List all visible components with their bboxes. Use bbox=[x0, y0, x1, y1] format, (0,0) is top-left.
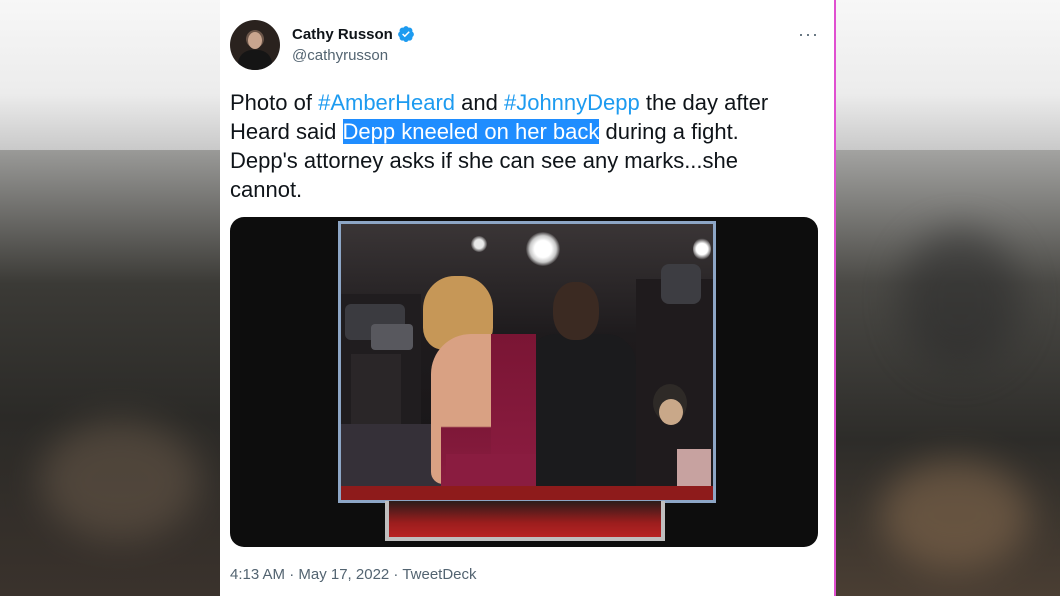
text-part: and bbox=[455, 90, 504, 115]
hashtag-amberheard[interactable]: #AmberHeard bbox=[318, 90, 455, 115]
tweet-card[interactable]: Cathy Russon @cathyrusson ··· Photo of #… bbox=[220, 0, 836, 596]
tweet-text: Photo of #AmberHeard and #JohnnyDepp the… bbox=[230, 88, 810, 204]
author-name[interactable]: Cathy Russon bbox=[292, 26, 393, 43]
text-part: Photo of bbox=[230, 90, 319, 115]
photo-frame-bottom bbox=[385, 501, 665, 541]
tweet-timestamp[interactable]: 4:13 AM · May 17, 2022 · TweetDeck bbox=[230, 566, 477, 583]
more-options-icon[interactable]: ··· bbox=[798, 24, 819, 45]
hashtag-johnnydepp[interactable]: #JohnnyDepp bbox=[504, 90, 640, 115]
selected-text-highlight: Depp kneeled on her back bbox=[342, 119, 600, 144]
red-carpet-photo[interactable] bbox=[338, 221, 716, 503]
author-name-row[interactable]: Cathy Russon bbox=[292, 25, 415, 43]
avatar[interactable] bbox=[230, 20, 280, 70]
verified-badge-icon bbox=[397, 26, 414, 43]
tweet-media[interactable] bbox=[230, 217, 818, 547]
author-handle[interactable]: @cathyrusson bbox=[292, 47, 388, 64]
